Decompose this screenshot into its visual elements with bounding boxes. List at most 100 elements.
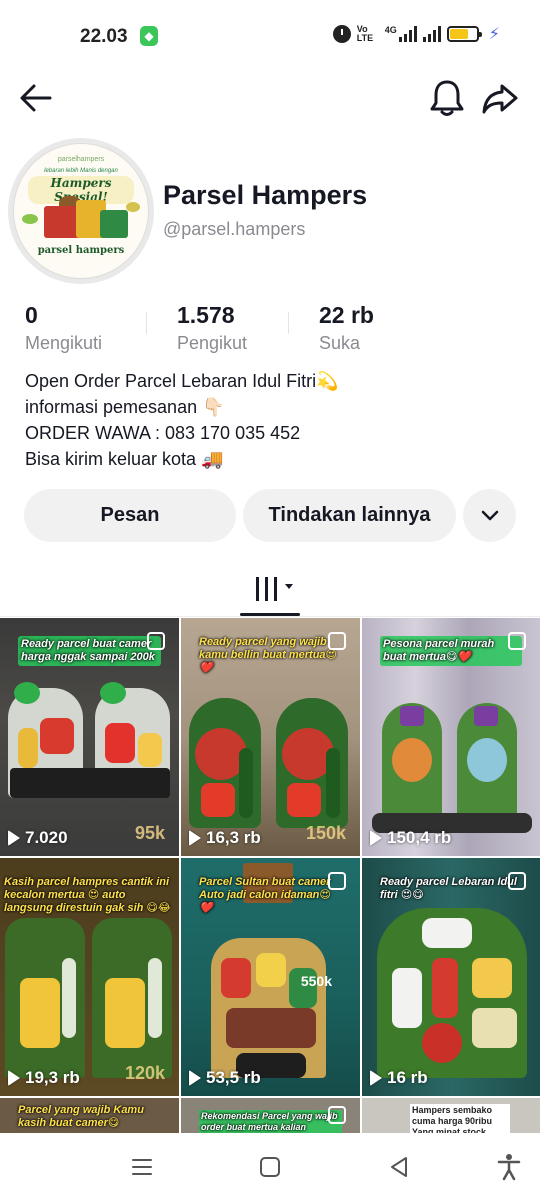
view-count: 19,3 rb [8,1068,80,1088]
video-tile[interactable]: Parcel Sultan buat camer Auto jadi calon… [181,858,360,1096]
menu-icon [132,1159,152,1175]
stat-following[interactable]: 0 Mengikuti [25,302,102,354]
back-button[interactable] [18,80,54,116]
view-count-value: 150,4 rb [387,828,452,847]
video-tile[interactable]: Pesona parcel murah buat mertua😋❤️ 150,4… [362,618,540,856]
video-tile[interactable]: Hampers sembako cuma harga 90ribu Yang m… [362,1098,540,1133]
avatar-name: parsel hampers [37,245,125,256]
stat-label: Pengikut [177,333,248,353]
play-icon [370,830,382,846]
play-icon [189,1070,201,1086]
share-button[interactable] [480,78,520,118]
avatar-tagline: lebaran lebih Manis dengan [44,168,118,174]
video-tile[interactable]: Kasih parcel hampres cantik ini kecalon … [0,858,179,1096]
video-tile[interactable]: Parcel yang wajib Kamu kasih buat camer😋 [0,1098,179,1133]
share-arrow-icon [482,84,518,114]
view-count: 16 rb [370,1068,428,1088]
video-caption: Pesona parcel murah buat mertua😋❤️ [380,636,522,666]
alarm-icon [332,25,351,43]
notification-button[interactable] [428,78,466,118]
triangle-back-icon [391,1157,407,1177]
video-caption: Parcel yang wajib Kamu kasih buat camer😋 [18,1104,144,1129]
arrow-left-icon [20,84,52,112]
view-count-value: 7.020 [25,828,68,847]
volte-indicator: Vo LTE [356,24,374,43]
select-checkbox[interactable] [508,872,526,890]
video-caption: Hampers sembako cuma harga 90ribu Yang m… [410,1104,510,1133]
video-caption: Ready parcel yang wajib kamu bellin buat… [199,636,337,674]
charging-icon: ⚡ [488,26,500,43]
stat-likes[interactable]: 22 rb Suka [319,302,374,354]
select-checkbox[interactable] [328,1106,346,1124]
stat-value: 22 rb [319,302,374,328]
video-caption: Rekomendasi Parcel yang wajib order buat… [199,1110,342,1133]
stat-label: Mengikuti [25,333,103,353]
hamper-box [100,210,128,238]
stat-divider [288,312,289,334]
avatar[interactable]: parselhampers lebaran lebih Manis dengan… [8,138,154,284]
leaf-decoration [22,214,38,224]
shield-icon: ◆ [140,26,158,46]
video-tile[interactable]: Ready parcel Lebaran Idul fitri 😍😋 16 rb [362,858,540,1096]
price-tag: 550k [300,973,332,989]
video-caption: Ready parcel buat camer harga nggak samp… [18,636,161,666]
accessibility-icon [497,1154,521,1181]
status-bar: 22.03 ◆ Vo LTE 4G ⚡ [0,0,540,72]
view-count-value: 19,3 rb [25,1068,80,1087]
status-time: 22.03 [80,26,128,47]
system-navigation-bar [0,1133,540,1200]
battery-icon [446,26,482,42]
select-checkbox[interactable] [147,632,165,650]
leaf-decoration [126,202,140,212]
profile-bio: Open Order Parcel Lebaran Idul Fitri💫 in… [25,368,339,472]
play-icon [189,830,201,846]
signal-icon-2 [422,26,441,42]
video-caption: Kasih parcel hampres cantik ini kecalon … [4,876,171,914]
bio-line: Bisa kirim keluar kota 🚚 [25,449,224,469]
video-caption: Ready parcel Lebaran Idul fitri 😍😋 [380,876,517,901]
avatar-brand: parselhampers [57,156,105,163]
stat-divider [146,312,147,334]
accessibility-button[interactable] [496,1153,522,1181]
price-tag: 150k [305,823,346,843]
video-tile[interactable]: Rekomendasi Parcel yang wajib order buat… [181,1098,360,1133]
stat-value: 0 [25,302,38,328]
stat-followers[interactable]: 1.578 Pengikut [177,302,247,354]
bio-line: Open Order Parcel Lebaran Idul Fitri💫 [25,371,339,391]
view-count: 7.020 [8,828,68,848]
tab-videos[interactable] [255,574,295,604]
profile-name: Parsel Hampers [163,180,368,210]
system-back-button[interactable] [388,1155,410,1179]
video-tile[interactable]: Ready parcel yang wajib kamu bellin buat… [181,618,360,856]
video-caption: Parcel Sultan buat camer Auto jadi calon… [199,876,331,914]
divider [0,616,540,617]
play-icon [8,1070,20,1086]
dropdown-button[interactable] [463,489,516,542]
select-checkbox[interactable] [508,632,526,650]
home-button[interactable] [260,1157,280,1177]
recent-apps-button[interactable] [131,1157,153,1177]
view-count-value: 16 rb [387,1068,428,1087]
more-actions-button[interactable]: Tindakan lainnya [243,489,456,542]
bio-line: informasi pemesanan 👇🏻 [25,397,225,417]
select-checkbox[interactable] [328,632,346,650]
view-count-value: 53,5 rb [206,1068,261,1087]
network-type: 4G [384,25,397,35]
profile-handle: @parsel.hampers [163,219,306,239]
play-icon [8,830,20,846]
view-count: 150,4 rb [370,828,451,848]
avatar-image: parselhampers lebaran lebih Manis dengan… [13,143,149,279]
price-tag: 95k [134,823,165,843]
message-button[interactable]: Pesan [24,489,236,542]
stat-value: 1.578 [177,302,235,328]
play-icon [370,1070,382,1086]
bio-line: ORDER WAWA : 083 170 035 452 [25,423,301,443]
stat-label: Suka [319,333,361,353]
signal-icon [398,26,417,42]
status-indicators: Vo LTE 4G ⚡ [332,24,500,44]
bell-icon [430,80,464,116]
video-grid-icon [256,577,293,601]
view-count: 53,5 rb [189,1068,261,1088]
select-checkbox[interactable] [328,872,346,890]
video-tile[interactable]: Ready parcel buat camer harga nggak samp… [0,618,179,856]
